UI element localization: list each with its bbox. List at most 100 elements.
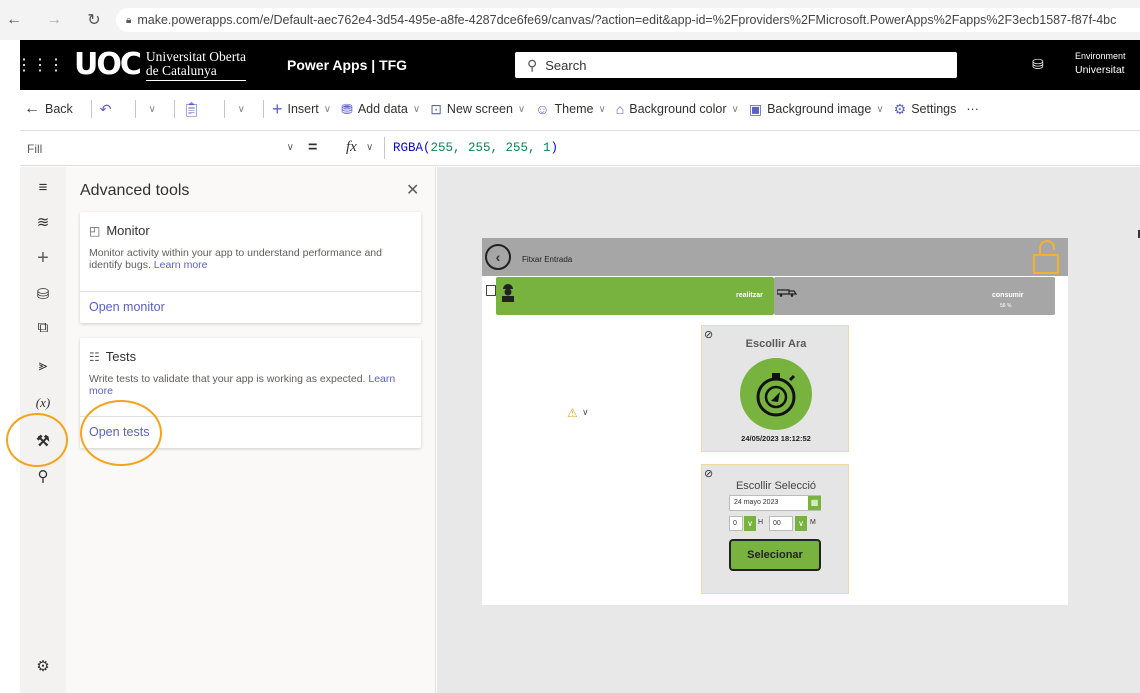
unlock-icon[interactable] — [1032, 240, 1060, 274]
add-data-label: Add data — [357, 102, 408, 116]
clipboard-icon: 📋︎ — [182, 100, 201, 117]
tab-realitzar[interactable]: realitzar — [496, 277, 774, 315]
paste-dropdown[interactable]: ∨ — [233, 104, 245, 115]
minute-dropdown[interactable]: 00 — [769, 516, 793, 531]
tab-consumir[interactable]: consumir 58 % — [774, 277, 1055, 315]
browser-reload-icon[interactable]: ↻ — [84, 10, 104, 30]
chevron-down-icon[interactable]: ∨ — [795, 516, 807, 531]
variables-icon[interactable]: (x) — [20, 395, 66, 411]
open-monitor-link[interactable]: Open monitor — [89, 300, 165, 314]
back-button[interactable]: ← Back — [24, 100, 73, 118]
tests-description-text: Write tests to validate that your app is… — [89, 373, 366, 385]
theme-label: Theme — [554, 102, 594, 116]
eye-off-icon[interactable]: ⊘ — [704, 467, 713, 480]
chevron-down-icon: ∨ — [876, 103, 884, 115]
formula-close: ) — [550, 141, 559, 155]
tests-description: Write tests to validate that your app is… — [89, 373, 414, 397]
paste-button[interactable]: 📋︎ — [183, 101, 206, 118]
hamburger-icon[interactable]: ≡ — [20, 179, 66, 196]
chevron-down-icon: ∨ — [148, 103, 156, 115]
logo-mark: UOC — [74, 47, 142, 82]
app-name: Power Apps | TFG — [287, 57, 408, 73]
gear-icon: ⚙ — [893, 100, 907, 117]
tab-realitzar-label: realitzar — [736, 292, 763, 299]
browser-forward-icon[interactable]: → — [44, 10, 64, 30]
screen-title: Fitxar Entrada — [522, 255, 573, 264]
monitor-description-text: Monitor activity within your app to unde… — [89, 247, 382, 271]
back-circle-icon[interactable]: ‹ — [485, 244, 511, 270]
chevron-down-icon: ∨ — [517, 103, 526, 115]
insert-icon[interactable]: + — [20, 247, 66, 270]
escollir-seleccio-title: Escollir Selecció — [735, 480, 817, 492]
chevron-down-icon: ∨ — [323, 103, 332, 115]
selecionar-button[interactable]: Selecionar — [729, 539, 821, 571]
property-value: Fill — [27, 141, 43, 156]
add-data-button[interactable]: ⛃ Add data ∨ — [341, 101, 420, 118]
address-bar[interactable]: 🔒︎ make.powerapps.com/e/Default-aec762e4… — [116, 8, 1140, 32]
new-screen-label: New screen — [446, 102, 513, 116]
formula-function: RGBA( — [393, 141, 431, 155]
panel-title: Advanced tools — [80, 182, 190, 199]
monitor-learn-more-link[interactable]: Learn more — [154, 259, 208, 271]
back-arrow-icon: ← — [24, 100, 40, 117]
tab-consumir-sublabel: 58 % — [1000, 303, 1012, 309]
tree-view-icon[interactable]: ≋ — [20, 213, 66, 231]
equals-sign: = — [308, 139, 318, 156]
hour-dropdown[interactable]: 0 — [729, 516, 743, 531]
settings-gear-icon[interactable]: ⚙ — [20, 657, 66, 675]
logo-line1: Universitat Oberta — [145, 48, 246, 64]
annotation-circle — [6, 413, 68, 467]
worker-icon — [502, 284, 514, 302]
monitor-icon: ◰ — [89, 223, 101, 238]
search-input[interactable]: ⚲ Search — [515, 52, 957, 78]
theme-button[interactable]: ☺ Theme ∨ — [535, 101, 606, 117]
insert-button[interactable]: + Insert ∨ — [272, 99, 331, 120]
formula-args: 255, 255, 255, 1 — [430, 141, 551, 155]
background-color-button[interactable]: ⌂ Background color ∨ — [616, 101, 739, 117]
environment-picker[interactable]: Environment Universitat — [1075, 49, 1126, 77]
chevron-down-icon[interactable]: ∨ — [582, 407, 589, 418]
database-icon: ⛃ — [341, 100, 353, 117]
power-automate-icon[interactable]: ⪢ — [20, 357, 66, 374]
logo-line2: de Catalunya — [145, 62, 217, 78]
undo-button[interactable]: ↶ — [100, 101, 117, 118]
chevron-down-icon[interactable]: ∨ — [366, 142, 373, 153]
divider — [90, 100, 92, 118]
browser-back-icon[interactable]: ← — [4, 10, 24, 30]
fx-icon[interactable]: fx — [346, 139, 357, 156]
environment-label: Environment — [1075, 51, 1126, 61]
environment-name: Universitat — [1075, 64, 1125, 76]
monitor-description: Monitor activity within your app to unde… — [89, 247, 414, 271]
insert-label: Insert — [287, 102, 319, 116]
annotation-circle — [80, 400, 162, 466]
plus-icon: + — [271, 98, 283, 119]
settings-button[interactable]: ⚙ Settings — [894, 101, 957, 118]
back-label: Back — [45, 102, 73, 116]
data-icon[interactable]: ⛁ — [20, 285, 66, 303]
palette-icon: ☺ — [535, 101, 550, 117]
tests-heading: ☷ Tests — [89, 349, 136, 364]
monitor-heading: ◰ Monitor — [89, 223, 150, 238]
warning-icon[interactable]: ⚠ — [567, 406, 578, 420]
divider — [134, 100, 136, 118]
calendar-icon[interactable]: ▦ — [808, 496, 821, 510]
property-dropdown[interactable]: Fill ∨ — [20, 135, 300, 162]
new-screen-button[interactable]: ⊡ New screen ∨ — [430, 101, 525, 118]
more-button[interactable]: ··· — [966, 102, 979, 116]
checkbox[interactable] — [486, 285, 496, 296]
background-image-button[interactable]: ▣ Background image ∨ — [749, 101, 884, 118]
undo-dropdown[interactable]: ∨ — [144, 104, 156, 115]
environment-icon[interactable]: ⛁ — [1032, 56, 1044, 73]
search-icon[interactable]: ⚲ — [20, 467, 66, 485]
search-placeholder: Search — [545, 57, 587, 73]
close-icon[interactable]: ✕ — [406, 180, 419, 200]
waffle-icon[interactable]: ⋮⋮⋮ — [16, 40, 64, 90]
stopwatch-button[interactable] — [740, 358, 812, 430]
media-icon[interactable]: ⧉ — [20, 319, 66, 336]
formula-input[interactable]: RGBA(255, 255, 255, 1) — [393, 141, 558, 155]
chevron-down-icon: ∨ — [237, 103, 245, 115]
app-screen[interactable]: ‹ Fitxar Entrada realitzar consumir 58 %… — [482, 238, 1068, 605]
new-screen-icon: ⊡ — [430, 100, 442, 117]
chevron-down-icon[interactable]: ∨ — [744, 516, 756, 531]
divider — [262, 100, 264, 118]
